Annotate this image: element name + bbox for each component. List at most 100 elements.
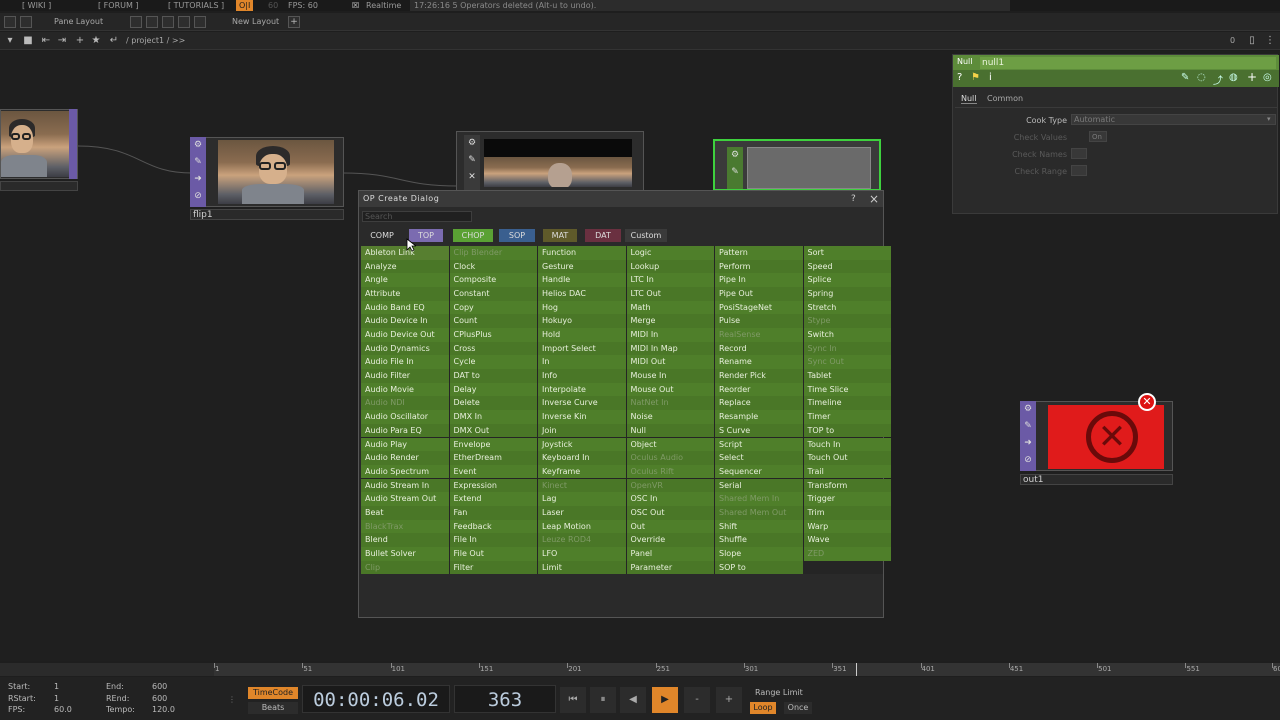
op-item[interactable]: Sort xyxy=(803,246,891,260)
close-button[interactable]: × xyxy=(869,192,879,206)
globe-icon[interactable]: ◍ xyxy=(1229,72,1238,83)
op-item[interactable]: TOP to xyxy=(803,423,891,438)
target-icon[interactable]: ◎ xyxy=(1263,72,1272,83)
check-values-toggle[interactable]: On xyxy=(1089,131,1107,142)
add-icon[interactable]: + xyxy=(74,35,86,47)
op-item[interactable]: Audio Para EQ xyxy=(361,423,449,438)
op-item[interactable]: Warp xyxy=(803,519,891,534)
op-item[interactable]: Audio Dynamics xyxy=(361,341,449,356)
op-item[interactable]: OSC In xyxy=(626,492,714,506)
pencil-icon[interactable]: ✎ xyxy=(1020,418,1036,435)
node-flags[interactable]: ⚙ ✎ xyxy=(727,147,743,189)
op-item[interactable]: Audio Stream In xyxy=(361,478,449,493)
op-item[interactable]: Sync In xyxy=(803,341,891,356)
op-item[interactable]: SOP to xyxy=(715,560,803,575)
node-label[interactable] xyxy=(0,181,78,191)
op-item[interactable]: Beat xyxy=(361,505,449,520)
op-item[interactable]: Clock xyxy=(449,259,537,274)
op-item[interactable]: Transform xyxy=(803,478,891,493)
op-item[interactable]: Delete xyxy=(449,396,537,411)
op-item[interactable]: Logic xyxy=(626,246,714,260)
op-item[interactable]: Interpolate xyxy=(538,382,626,397)
pin-icon[interactable]: ⊘ xyxy=(190,188,206,205)
videodevicein-node[interactable] xyxy=(0,109,78,193)
tutorials-link[interactable]: [ TUTORIALS ] xyxy=(168,0,224,11)
op-item[interactable]: Record xyxy=(715,341,803,356)
op-item[interactable]: Clip Blender xyxy=(449,246,537,260)
op-item[interactable]: Reorder xyxy=(715,382,803,397)
help-button[interactable]: ? xyxy=(851,194,856,204)
op-item[interactable]: Angle xyxy=(361,273,449,287)
op-item[interactable]: Object xyxy=(626,437,714,452)
rend-value[interactable]: 600 xyxy=(152,694,167,703)
op-item[interactable]: Keyframe xyxy=(538,464,626,479)
op-item[interactable]: Audio Device Out xyxy=(361,328,449,342)
pause-button[interactable]: ⏸ xyxy=(590,687,616,713)
op-item[interactable]: DMX In xyxy=(449,410,537,424)
op-item[interactable]: Ableton Link xyxy=(361,246,449,260)
add-layout-icon[interactable]: + xyxy=(288,16,300,28)
op-item[interactable]: MIDI Out xyxy=(626,355,714,370)
arrow-icon[interactable]: ➜ xyxy=(1020,435,1036,452)
tab-null[interactable]: Null xyxy=(961,94,977,104)
op-item[interactable]: Leuze ROD4 xyxy=(538,533,626,547)
forward-icon[interactable]: ⇥ xyxy=(56,35,68,47)
timecode-display[interactable]: 00:00:06.02 xyxy=(302,685,450,713)
end-value[interactable]: 600 xyxy=(152,682,167,691)
op-item[interactable]: Function xyxy=(538,246,626,260)
op-item[interactable]: Script xyxy=(715,437,803,452)
close-icon[interactable]: ✕ xyxy=(464,169,480,186)
error-badge-icon[interactable]: ✕ xyxy=(1138,393,1156,411)
layout-split-v-icon[interactable] xyxy=(162,16,174,28)
op-item[interactable]: Parameter xyxy=(626,560,714,575)
op-item[interactable]: LTC Out xyxy=(626,287,714,301)
op-item[interactable]: Oculus Rift xyxy=(626,464,714,479)
op-item[interactable]: Noise xyxy=(626,410,714,424)
op-item[interactable]: Pipe In xyxy=(715,273,803,287)
maximize-icon[interactable]: ▯ xyxy=(1246,35,1258,47)
comment-icon[interactable]: ◌ xyxy=(1197,72,1206,83)
cook-type-menu[interactable]: Automatic xyxy=(1071,114,1276,125)
tab-custom[interactable]: Custom xyxy=(625,229,667,242)
op-item[interactable]: Override xyxy=(626,533,714,547)
op-item[interactable]: Kinect xyxy=(538,478,626,493)
search-input[interactable]: Search xyxy=(362,211,472,222)
op-item[interactable]: Extend xyxy=(449,492,537,506)
op-item[interactable]: Constant xyxy=(449,287,537,301)
op-item[interactable]: Audio Spectrum xyxy=(361,464,449,479)
tab-dat[interactable]: DAT xyxy=(585,229,621,242)
op-item[interactable]: Trail xyxy=(803,464,891,479)
tempo-value[interactable]: 120.0 xyxy=(152,705,175,714)
flip1-label[interactable]: flip1 xyxy=(190,209,344,220)
op-item[interactable]: LFO xyxy=(538,546,626,561)
op-item[interactable]: Audio Oscillator xyxy=(361,410,449,424)
op-item[interactable]: Sync Out xyxy=(803,355,891,370)
link-icon[interactable]: ⤴ xyxy=(1213,72,1223,87)
beats-toggle[interactable]: Beats xyxy=(248,702,298,714)
layout-three-icon[interactable] xyxy=(178,16,190,28)
cog-icon[interactable]: ⚙ xyxy=(1020,401,1036,418)
op-item[interactable]: Leap Motion xyxy=(538,519,626,534)
check-names-toggle[interactable] xyxy=(1071,148,1087,159)
op-item[interactable]: Copy xyxy=(449,300,537,315)
op-item[interactable]: Bullet Solver xyxy=(361,546,449,561)
op-item[interactable]: Delay xyxy=(449,382,537,397)
op-item[interactable]: Touch In xyxy=(803,437,891,452)
pencil-icon[interactable]: ✎ xyxy=(464,152,480,169)
op-item[interactable]: Feedback xyxy=(449,519,537,534)
op-item[interactable]: Stype xyxy=(803,314,891,328)
op-item[interactable]: LTC In xyxy=(626,273,714,287)
arrow-icon[interactable]: ➜ xyxy=(190,171,206,188)
op-item[interactable]: Shuffle xyxy=(715,533,803,547)
op-item[interactable]: Wave xyxy=(803,533,891,547)
op-item[interactable]: Panel xyxy=(626,546,714,561)
op-item[interactable]: Import Select xyxy=(538,341,626,356)
op-item[interactable]: Count xyxy=(449,314,537,328)
op-item[interactable]: Spring xyxy=(803,287,891,301)
op-item[interactable]: Analyze xyxy=(361,259,449,274)
op-item[interactable]: Info xyxy=(538,369,626,383)
pane-menu-icon[interactable] xyxy=(4,16,16,28)
tab-mat[interactable]: MAT xyxy=(543,229,577,242)
start-value[interactable]: 1 xyxy=(54,682,59,691)
op-item[interactable]: File In xyxy=(449,533,537,547)
